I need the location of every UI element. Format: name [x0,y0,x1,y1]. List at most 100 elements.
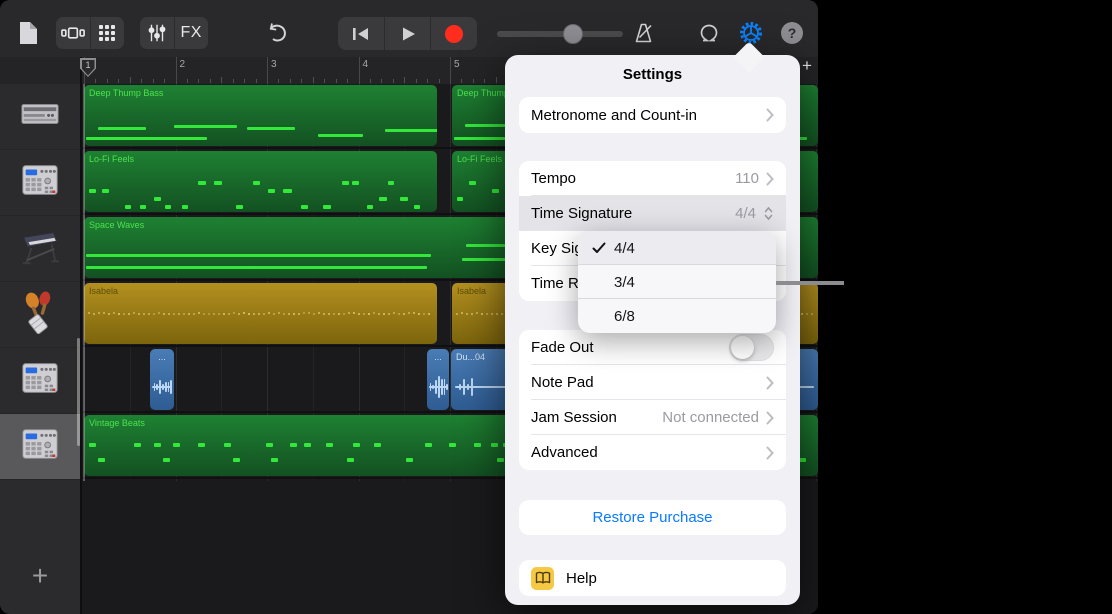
rewind-icon[interactable] [338,17,384,50]
menu-option-4-4[interactable]: 4/4 [578,231,776,265]
midi-note [173,443,180,447]
track-header-vintage-beats[interactable] [0,414,80,480]
fx-label: FX [181,24,202,42]
wave-mark [358,313,360,315]
settings-row-jam-session[interactable]: Jam SessionNot connected [519,400,786,435]
wave-mark [413,312,415,314]
track-header-isabela[interactable] [0,282,80,348]
wave-mark [333,313,335,315]
settings-gear-icon[interactable] [738,20,764,46]
record-icon[interactable] [430,17,477,50]
help-icon[interactable]: ? [781,22,803,44]
settings-row-restore-purchase[interactable]: Restore Purchase [519,500,786,535]
midi-note [198,181,205,185]
play-icon[interactable] [384,17,431,50]
midi-note [86,266,427,269]
view-segment [56,17,124,49]
wave-mark [491,313,493,315]
document-icon[interactable] [15,19,41,47]
wave-mark [238,313,240,315]
scrollbar[interactable] [77,338,80,446]
settings-row-value: 110 [735,170,759,187]
ruler-tick [473,79,474,83]
region[interactable]: ... [427,349,449,410]
track-header-deep-thump-bass[interactable] [0,84,80,150]
midi-note [98,127,145,130]
track-header-audio[interactable] [0,348,80,414]
wave-mark [363,313,365,315]
add-track-button[interactable]: + [26,562,54,590]
ruler-tick [416,79,417,83]
wave-mark [278,312,280,314]
check-icon [592,242,614,254]
region[interactable]: ... [150,349,174,410]
toggle-icon[interactable] [729,334,774,361]
ruler-tick [496,77,497,83]
tracks-view-icon[interactable] [56,17,90,49]
settings-card: Fade Out Note PadJam SessionNot connected… [519,330,786,470]
settings-row-label: Fade Out [531,339,729,356]
wave-mark [263,313,265,315]
wave-mark [156,384,158,390]
wave-mark [423,313,425,315]
mixer-faders-icon[interactable] [140,17,174,49]
settings-row-value: Not connected [662,409,759,426]
bar-number: 3 [271,59,277,70]
settings-row-metronome-and-count-in[interactable]: Metronome and Count-in [519,97,786,133]
wave-mark [163,313,165,315]
fade-out-toggle[interactable] [729,334,774,361]
menu-option-3-4[interactable]: 3/4 [578,265,776,299]
bar-line [450,57,451,84]
settings-row-fade-out[interactable]: Fade Out [519,330,786,365]
undo-icon[interactable] [264,20,290,46]
ruler-tick [324,79,325,83]
ruler-tick [313,77,314,83]
add-section-button[interactable]: + [799,58,815,74]
wave-mark [223,313,225,315]
metronome-icon[interactable] [632,21,656,45]
wave-mark [233,312,235,314]
ruler-tick [164,79,165,83]
wave-mark [471,378,473,397]
wave-mark [441,379,443,395]
midi-note [425,443,432,447]
bar-number: 5 [454,59,460,70]
region[interactable]: Isabela [84,283,437,344]
midi-note [86,137,207,140]
settings-row-tempo[interactable]: Tempo110 [519,161,786,196]
menu-option-6-8[interactable]: 6/8 [578,299,776,333]
live-loops-grid-icon[interactable] [90,17,125,49]
track-header-lo-fi-feels[interactable] [0,150,80,216]
wave-mark [133,312,135,314]
midi-note [86,254,431,257]
track-header-space-waves[interactable] [0,216,80,282]
wave-mark [348,312,350,314]
settings-row-label: Restore Purchase [531,509,774,526]
settings-row-note-pad[interactable]: Note Pad [519,365,786,400]
midi-note [224,443,231,447]
midi-note [98,458,105,462]
wave-mark [173,313,175,315]
wave-mark [113,312,115,314]
bar-line [359,57,360,84]
volume-slider[interactable] [497,31,623,37]
wave-mark [318,312,320,314]
region[interactable]: Deep Thump Bass [84,85,437,146]
settings-row-help[interactable]: Help [519,560,786,596]
loop-browser-icon[interactable] [697,21,721,45]
midi-note [154,443,161,447]
ruler-tick [198,79,199,83]
region[interactable]: Lo-Fi Feels [84,151,437,212]
midi-note [214,181,222,185]
help-book-icon [531,567,554,590]
region-label: Deep Thump Bass [89,88,163,98]
settings-row-time-signature[interactable]: Time Signature4/4 [519,196,786,231]
fx-button[interactable]: FX [174,17,209,49]
bar-line [267,57,268,84]
settings-row-advanced[interactable]: Advanced [519,435,786,470]
volume-slider-knob[interactable] [563,24,583,44]
midi-note [268,189,275,193]
chevron-icon [766,446,774,460]
midi-note [165,205,171,209]
midi-note [198,443,205,447]
